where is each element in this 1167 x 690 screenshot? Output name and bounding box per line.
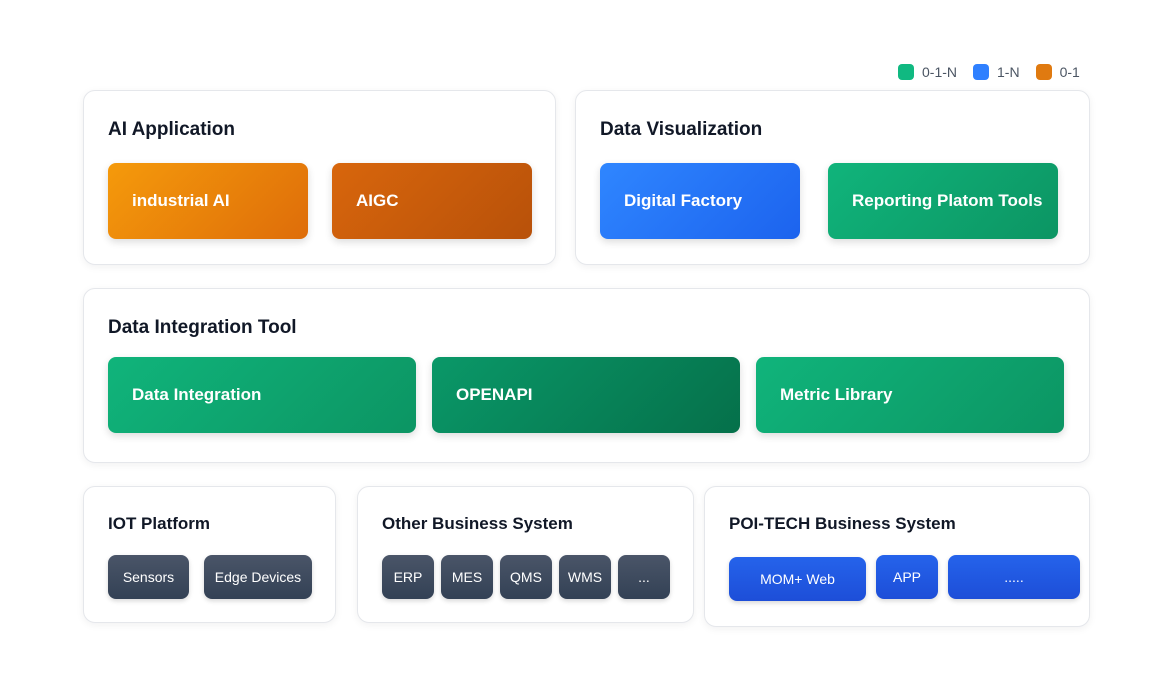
panel-title: Other Business System — [382, 514, 573, 533]
panel-title: IOT Platform — [108, 514, 211, 533]
chip-app[interactable]: APP — [876, 555, 938, 599]
chip-more[interactable]: ... — [618, 555, 670, 599]
chip-erp[interactable]: ERP — [382, 555, 434, 599]
card-data-integration[interactable]: Data Integration — [108, 357, 416, 433]
legend-item-1-n: 1-N — [973, 64, 1020, 80]
panel-other-business-system: Other Business System ERP MES QMS WMS ..… — [357, 486, 694, 623]
legend: 0-1-N 1-N 0-1 — [898, 64, 1080, 80]
chip-mom-web[interactable]: MOM+ Web — [729, 557, 866, 601]
card-reporting-platom-tools[interactable]: Reporting Platom Tools — [828, 163, 1058, 239]
panel-data-integration-tool: Data Integration Tool Data Integration O… — [83, 288, 1090, 463]
chip-qms[interactable]: QMS — [500, 555, 552, 599]
legend-item-0-1-n: 0-1-N — [898, 64, 957, 80]
legend-swatch-orange — [1035, 64, 1052, 80]
legend-item-0-1: 0-1 — [1035, 64, 1080, 80]
panel-title: AI Application — [108, 119, 236, 140]
panel-title: Data Visualization — [600, 119, 763, 140]
panel-data-visualization: Data Visualization Digital Factory Repor… — [575, 90, 1090, 265]
legend-label: 0-1-N — [922, 64, 958, 80]
panel-title: Data Integration Tool — [108, 317, 297, 338]
chip-wms[interactable]: WMS — [559, 555, 611, 599]
legend-swatch-blue — [973, 64, 990, 80]
card-aigc[interactable]: AIGC — [332, 163, 532, 239]
panel-title: POI-TECH Business System — [729, 514, 956, 533]
legend-label: 0-1 — [1059, 64, 1080, 80]
card-digital-factory[interactable]: Digital Factory — [600, 163, 800, 239]
card-metric-library[interactable]: Metric Library — [756, 357, 1064, 433]
chip-edge-devices[interactable]: Edge Devices — [204, 555, 312, 599]
legend-label: 1-N — [997, 64, 1020, 80]
chip-sensors[interactable]: Sensors — [108, 555, 189, 599]
architecture-diagram: 0-1-N 1-N 0-1 AI Application industrial … — [0, 0, 1167, 690]
panel-ai-application: AI Application industrial AI AIGC — [83, 90, 556, 265]
legend-swatch-green — [898, 64, 914, 80]
panel-poi-tech-business-system: POI-TECH Business System MOM+ Web APP ..… — [704, 486, 1090, 627]
panel-iot-platform: IOT Platform Sensors Edge Devices — [83, 486, 336, 623]
chip-mes[interactable]: MES — [441, 555, 493, 599]
chip-more-poi[interactable]: ..... — [948, 555, 1080, 599]
card-openapi[interactable]: OPENAPI — [432, 357, 740, 433]
card-industrial-ai[interactable]: industrial AI — [108, 163, 308, 239]
